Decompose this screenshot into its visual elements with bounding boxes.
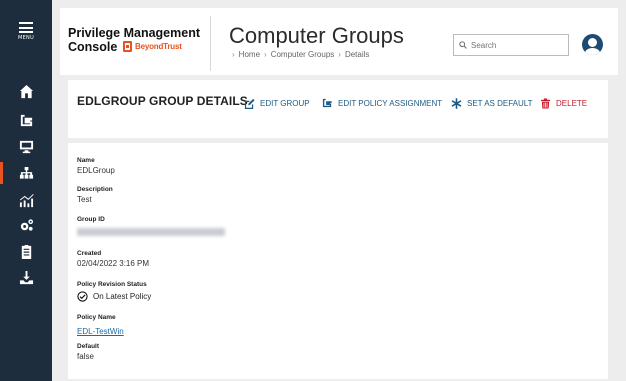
set-as-default-button[interactable]: SET AS DEFAULT — [451, 98, 533, 109]
field-policy-name: Policy Name EDL-TestWin — [77, 314, 124, 339]
edit-policy-assignment-button[interactable]: EDIT POLICY ASSIGNMENT — [322, 98, 442, 109]
group-toolbar: EDLGROUP GROUP DETAILS EDIT GROUP EDIT P… — [68, 80, 608, 138]
field-name: Name EDLGroup — [77, 157, 115, 175]
policy-name-label: Policy Name — [77, 314, 116, 321]
field-default: Default false — [77, 343, 99, 361]
clipboard-icon — [21, 244, 31, 259]
left-nav-rail: MENU — [0, 0, 52, 381]
breadcrumb-chevron-icon: › — [264, 50, 267, 59]
header-divider — [210, 16, 211, 71]
breadcrumb: › Home › Computer Groups › Details — [232, 50, 369, 59]
breadcrumb-computer-groups[interactable]: Computer Groups — [271, 50, 335, 59]
nav-tasks[interactable] — [0, 240, 52, 262]
breadcrumb-home[interactable]: Home — [239, 50, 260, 59]
nav-analytics[interactable] — [0, 189, 52, 211]
nav-computers[interactable] — [0, 135, 52, 157]
beyondtrust-logo: BeyondTrust — [123, 41, 182, 52]
group-details-heading: EDLGROUP GROUP DETAILS — [77, 94, 248, 108]
name-value: EDLGroup — [77, 166, 115, 175]
gears-icon — [20, 218, 33, 231]
policy-revision-status: On Latest Policy — [77, 291, 151, 302]
menu-label: MENU — [17, 35, 35, 41]
field-policy-revision-status: Policy Revision Status On Latest Policy — [77, 281, 151, 302]
policy-revision-status-value: On Latest Policy — [93, 292, 152, 301]
monitor-icon — [19, 140, 33, 153]
asterisk-icon — [451, 98, 462, 109]
default-value: false — [77, 352, 94, 361]
breadcrumb-chevron-icon: › — [338, 50, 341, 59]
search-box[interactable] — [453, 34, 569, 56]
policy-assign-icon — [322, 98, 332, 108]
created-value: 02/04/2022 3:16 PM — [77, 259, 150, 268]
edit-policy-assignment-label: EDIT POLICY ASSIGNMENT — [338, 99, 443, 108]
default-label: Default — [77, 343, 100, 350]
field-description: Description Test — [77, 186, 113, 204]
description-value: Test — [77, 195, 92, 204]
created-label: Created — [77, 250, 102, 257]
edit-group-label: EDIT GROUP — [260, 99, 310, 108]
group-id-value-redacted — [77, 228, 225, 236]
edit-icon — [244, 98, 255, 109]
nav-home[interactable] — [0, 80, 52, 102]
set-as-default-label: SET AS DEFAULT — [467, 99, 533, 108]
beyondtrust-wordmark: BeyondTrust — [135, 42, 182, 51]
breadcrumb-chevron-icon: › — [232, 50, 235, 59]
brand-title: Privilege Management — [68, 26, 200, 40]
nav-policy[interactable] — [0, 109, 52, 131]
user-avatar-icon[interactable] — [582, 34, 603, 55]
nav-computer-groups[interactable] — [0, 162, 52, 184]
breadcrumb-details: Details — [344, 50, 370, 59]
brand-subtitle: Console — [68, 40, 118, 54]
description-label: Description — [77, 186, 113, 193]
policy-name-link[interactable]: EDL-TestWin — [77, 327, 124, 336]
page-header: Privilege Management Console BeyondTrust… — [60, 8, 618, 75]
delete-label: DELETE — [556, 99, 588, 108]
policy-revision-status-label: Policy Revision Status — [77, 281, 147, 288]
hamburger-icon — [19, 22, 33, 33]
trash-icon — [540, 98, 551, 109]
search-input[interactable] — [471, 40, 566, 50]
check-circle-icon — [77, 291, 88, 302]
download-icon — [19, 270, 33, 284]
name-label: Name — [77, 157, 95, 164]
group-details-panel: Name EDLGroup Description Test Group ID … — [68, 143, 608, 379]
hierarchy-icon — [19, 166, 33, 179]
menu-button[interactable]: MENU — [0, 22, 52, 41]
search-icon — [459, 41, 467, 49]
delete-button[interactable]: DELETE — [540, 98, 587, 109]
field-group-id: Group ID — [77, 216, 225, 241]
page-title: Computer Groups — [229, 23, 404, 48]
analytics-icon — [19, 193, 34, 207]
group-id-label: Group ID — [77, 216, 105, 223]
nav-download[interactable] — [0, 266, 52, 288]
edit-group-button[interactable]: EDIT GROUP — [244, 98, 310, 109]
beyondtrust-mark-icon — [123, 41, 132, 52]
field-created: Created 02/04/2022 3:16 PM — [77, 250, 149, 268]
nav-configuration[interactable] — [0, 214, 52, 236]
policy-icon — [20, 114, 32, 126]
home-icon — [19, 84, 33, 98]
